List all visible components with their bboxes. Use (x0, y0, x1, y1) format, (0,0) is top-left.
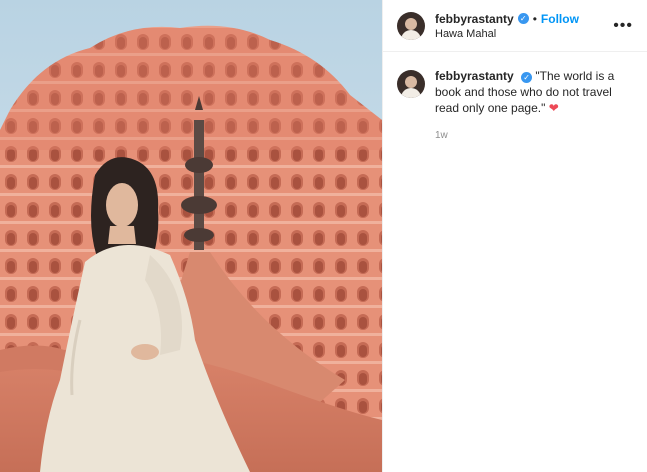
username-link[interactable]: febbyrastanty (435, 12, 514, 26)
caption-username-link[interactable]: febbyrastanty (435, 69, 514, 83)
caption-body: febbyrastanty ✓ "The world is a book and… (435, 68, 630, 144)
header-user-line: febbyrastanty ✓ • Follow (435, 12, 613, 26)
location-link[interactable]: Hawa Mahal (435, 28, 613, 40)
caption-avatar[interactable] (397, 70, 425, 98)
photo-hawa-mahal (0, 0, 382, 472)
instagram-post: febbyrastanty ✓ • Follow Hawa Mahal ••• … (0, 0, 647, 472)
verified-badge-icon: ✓ (521, 72, 533, 83)
header-text: febbyrastanty ✓ • Follow Hawa Mahal (435, 12, 613, 40)
post-photo[interactable] (0, 0, 382, 472)
separator-dot: • (532, 11, 537, 26)
comments-scrollbar[interactable] (641, 52, 647, 372)
follow-button[interactable]: Follow (541, 12, 579, 26)
verified-badge-icon: ✓ (517, 13, 529, 24)
caption: febbyrastanty ✓ "The world is a book and… (383, 52, 647, 144)
post-sidebar: febbyrastanty ✓ • Follow Hawa Mahal ••• … (382, 0, 647, 472)
heart-emoji-icon: ❤ (548, 101, 559, 115)
post-timestamp[interactable]: 1w (435, 128, 630, 144)
avatar[interactable] (397, 11, 425, 40)
ellipsis-icon[interactable]: ••• (613, 17, 633, 34)
post-header: febbyrastanty ✓ • Follow Hawa Mahal ••• (383, 0, 647, 52)
